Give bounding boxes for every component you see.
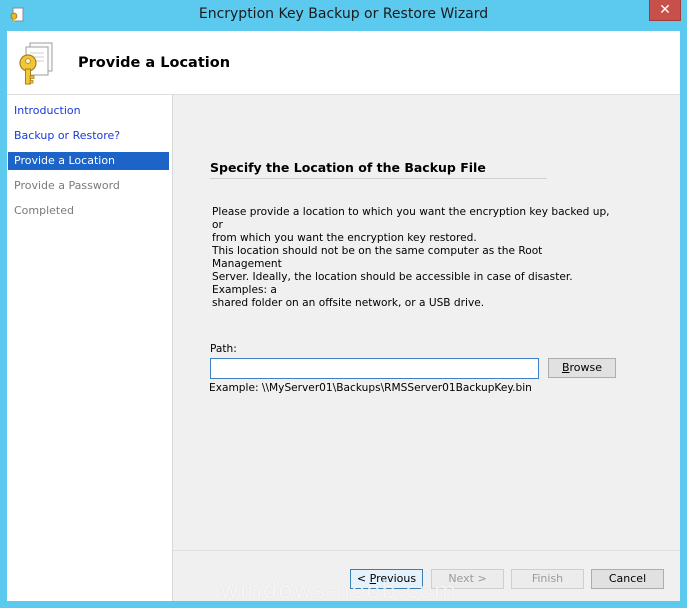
nav-item-introduction[interactable]: Introduction (8, 102, 169, 120)
title-bar[interactable]: Encryption Key Backup or Restore Wizard … (0, 0, 687, 31)
description-paragraph-1: Please provide a location to which you w… (212, 206, 612, 245)
section-divider (210, 178, 547, 179)
finish-button: Finish (511, 569, 584, 589)
nav-item-completed: Completed (14, 204, 74, 217)
wizard-step-nav: Introduction Backup or Restore? Provide … (7, 95, 173, 601)
wizard-window: Encryption Key Backup or Restore Wizard … (0, 0, 687, 608)
description-line: This location should not be on the same … (212, 245, 543, 270)
nav-item-provide-location[interactable]: Provide a Location (8, 152, 169, 170)
watermark-text: windows-noob.com (220, 578, 458, 604)
browse-button[interactable]: Browse (548, 358, 616, 378)
browse-label: rowse (569, 361, 603, 374)
cancel-button[interactable]: Cancel (591, 569, 664, 589)
wizard-header: Provide a Location (7, 31, 680, 95)
section-title: Specify the Location of the Backup File (210, 160, 486, 175)
wizard-client-area: Provide a Location Introduction Backup o… (7, 31, 680, 601)
description-line: shared folder on an offsite network, or … (212, 297, 485, 309)
close-icon: ✕ (659, 2, 671, 18)
path-input[interactable] (210, 358, 539, 379)
nav-item-backup-or-restore[interactable]: Backup or Restore? (8, 127, 169, 145)
path-label: Path: (210, 343, 237, 355)
document-key-icon (19, 42, 53, 85)
description-line: Please provide a location to which you w… (212, 206, 610, 231)
window-title: Encryption Key Backup or Restore Wizard (198, 6, 489, 22)
browse-accesskey: B (561, 361, 570, 374)
description-line: from which you want the encryption key r… (212, 232, 477, 244)
footer-divider (173, 550, 680, 551)
description-line: Server. Ideally, the location should be … (212, 271, 573, 296)
nav-item-provide-password: Provide a Password (14, 179, 120, 192)
page-title: Provide a Location (78, 55, 231, 71)
path-example: Example: \\MyServer01\Backups\RMSServer0… (209, 382, 532, 394)
description-paragraph-2: This location should not be on the same … (212, 245, 612, 310)
close-button[interactable]: ✕ (649, 0, 681, 21)
